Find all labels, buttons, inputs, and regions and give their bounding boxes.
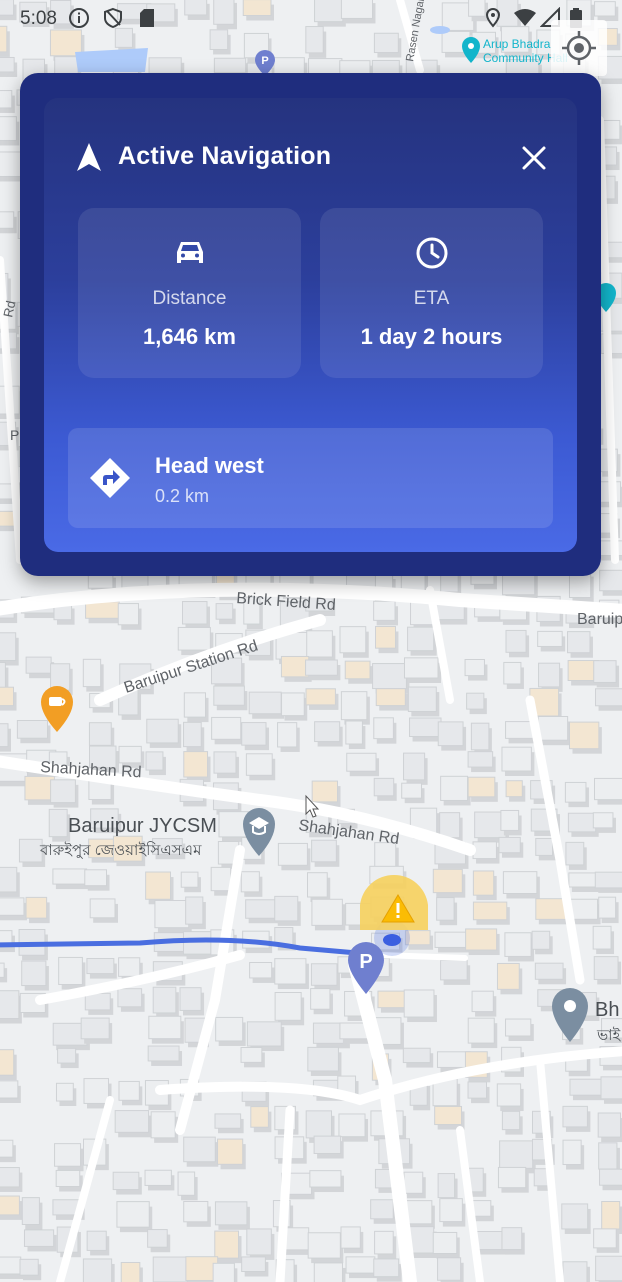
distance-stat: Distance 1,646 km <box>78 208 301 378</box>
sd-card-icon <box>140 9 154 27</box>
eta-stat: ETA 1 day 2 hours <box>320 208 543 378</box>
shield-icon <box>104 7 122 29</box>
distance-value: 1,646 km <box>143 324 236 349</box>
place-label: Baruipur JYCSM <box>68 815 217 837</box>
place-label: Bh <box>595 999 619 1021</box>
eta-value: 1 day 2 hours <box>360 324 503 349</box>
close-icon <box>522 146 546 170</box>
direction-distance: 0.2 km <box>155 486 210 506</box>
wifi-icon <box>514 9 536 26</box>
status-time: 5:08 <box>20 8 57 29</box>
road-label: Baruip <box>577 611 622 628</box>
parking-marker-label: P <box>359 951 372 973</box>
navigation-panel-body: Active Navigation Distance 1,646 km ETA … <box>44 98 577 552</box>
close-button[interactable] <box>514 138 554 178</box>
clock-icon <box>416 237 447 269</box>
svg-text:P: P <box>261 55 268 67</box>
navigation-header: Active Navigation <box>74 138 554 174</box>
navigation-title: Active Navigation <box>118 142 332 170</box>
next-direction[interactable]: Head west 0.2 km <box>68 428 553 528</box>
turn-right-icon <box>90 458 130 498</box>
direction-instruction: Head west <box>155 453 264 478</box>
place-label-bengali: ভাই <box>596 1026 622 1044</box>
place-label-bengali: বারুইপুর জেওয়াইসিএসএম <box>39 841 202 859</box>
crosshair-icon <box>562 31 596 65</box>
distance-label: Distance <box>152 288 227 309</box>
active-navigation-panel: Active Navigation Distance 1,646 km ETA … <box>20 73 601 576</box>
my-location-button[interactable] <box>551 20 607 76</box>
eta-label: ETA <box>413 288 450 309</box>
water-body <box>75 48 148 72</box>
location-pin-icon <box>485 7 501 28</box>
road-label: P <box>10 427 19 443</box>
car-icon <box>176 242 203 263</box>
navigation-arrow-icon <box>77 143 101 171</box>
place-label: Arup Bhadra <box>483 37 551 51</box>
status-bar: 5:08 <box>0 0 622 36</box>
info-icon <box>69 8 89 28</box>
